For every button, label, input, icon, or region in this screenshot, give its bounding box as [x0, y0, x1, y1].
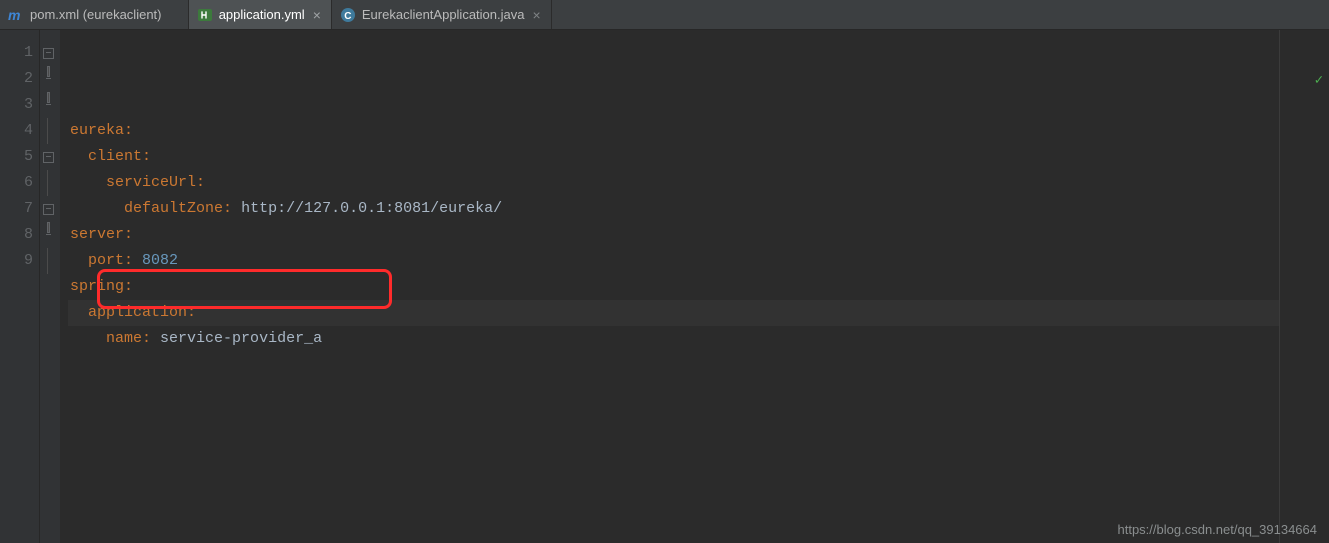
fold-toggle-icon[interactable]: [40, 144, 60, 170]
line-number: 7: [0, 196, 33, 222]
code-line[interactable]: port: 8082: [68, 248, 1279, 274]
code-line[interactable]: name: service-provider_a: [68, 326, 1279, 352]
tab-application-yml[interactable]: application.yml ×: [189, 0, 332, 29]
code-area[interactable]: eureka: client: serviceUrl: defaultZone:…: [60, 30, 1279, 543]
colon: :: [142, 330, 160, 347]
ok-check-icon: ✓: [1315, 68, 1323, 94]
line-number: 9: [0, 248, 33, 274]
yaml-value: 8082: [142, 252, 178, 269]
code-line[interactable]: serviceUrl:: [68, 170, 1279, 196]
yaml-key: eureka: [70, 122, 124, 139]
code-line[interactable]: spring:: [68, 274, 1279, 300]
colon: :: [142, 148, 151, 165]
yaml-icon: [197, 7, 213, 23]
colon: :: [124, 226, 133, 243]
close-icon[interactable]: ×: [532, 8, 540, 22]
line-number: 8: [0, 222, 33, 248]
tab-bar: m pom.xml (eurekaclient) × application.y…: [0, 0, 1329, 30]
fold-guide: [40, 170, 60, 196]
yaml-value: service-provider_a: [160, 330, 322, 347]
yaml-key: application: [88, 304, 187, 321]
code-line[interactable]: server:: [68, 222, 1279, 248]
close-icon[interactable]: ×: [313, 8, 321, 22]
yaml-key: server: [70, 226, 124, 243]
watermark-text: https://blog.csdn.net/qq_39134664: [1118, 522, 1318, 537]
code-editor[interactable]: 1 2 3 4 5 6 7 8 9 eureka: client: servic…: [0, 30, 1329, 543]
svg-text:C: C: [344, 11, 351, 22]
line-number: 4: [0, 118, 33, 144]
yaml-value: http://127.0.0.1:8081/eureka/: [241, 200, 502, 217]
tab-label: EurekaclientApplication.java: [362, 7, 525, 22]
tab-label: application.yml: [219, 7, 305, 22]
colon: :: [196, 174, 205, 191]
line-number-gutter: 1 2 3 4 5 6 7 8 9: [0, 30, 40, 543]
svg-text:m: m: [8, 7, 20, 23]
fold-toggle-icon[interactable]: [40, 92, 60, 118]
fold-toggle-icon[interactable]: [40, 66, 60, 92]
tab-label: pom.xml (eurekaclient): [30, 7, 162, 22]
line-number: 6: [0, 170, 33, 196]
colon: :: [187, 304, 196, 321]
fold-toggle-icon[interactable]: [40, 40, 60, 66]
tab-pom-xml[interactable]: m pom.xml (eurekaclient) ×: [0, 0, 189, 29]
line-number: 2: [0, 66, 33, 92]
code-line[interactable]: application:: [68, 300, 1279, 326]
colon: :: [223, 200, 241, 217]
fold-toggle-icon[interactable]: [40, 222, 60, 248]
line-number: 1: [0, 40, 33, 66]
yaml-key: defaultZone: [124, 200, 223, 217]
fold-gutter: [40, 30, 60, 543]
java-class-icon: C: [340, 7, 356, 23]
maven-icon: m: [8, 7, 24, 23]
colon: :: [124, 252, 142, 269]
fold-guide: [40, 248, 60, 274]
line-number: 3: [0, 92, 33, 118]
tab-eurekaclient-application-java[interactable]: C EurekaclientApplication.java ×: [332, 0, 552, 29]
yaml-key: name: [106, 330, 142, 347]
colon: :: [124, 122, 133, 139]
code-line[interactable]: eureka:: [68, 118, 1279, 144]
yaml-key: port: [88, 252, 124, 269]
code-line[interactable]: client:: [68, 144, 1279, 170]
colon: :: [124, 278, 133, 295]
fold-toggle-icon[interactable]: [40, 196, 60, 222]
editor-right-strip: [1279, 30, 1329, 543]
line-number: 5: [0, 144, 33, 170]
code-line[interactable]: defaultZone: http://127.0.0.1:8081/eurek…: [68, 196, 1279, 222]
yaml-key: client: [88, 148, 142, 165]
fold-guide: [40, 118, 60, 144]
yaml-key: spring: [70, 278, 124, 295]
yaml-key: serviceUrl: [106, 174, 196, 191]
